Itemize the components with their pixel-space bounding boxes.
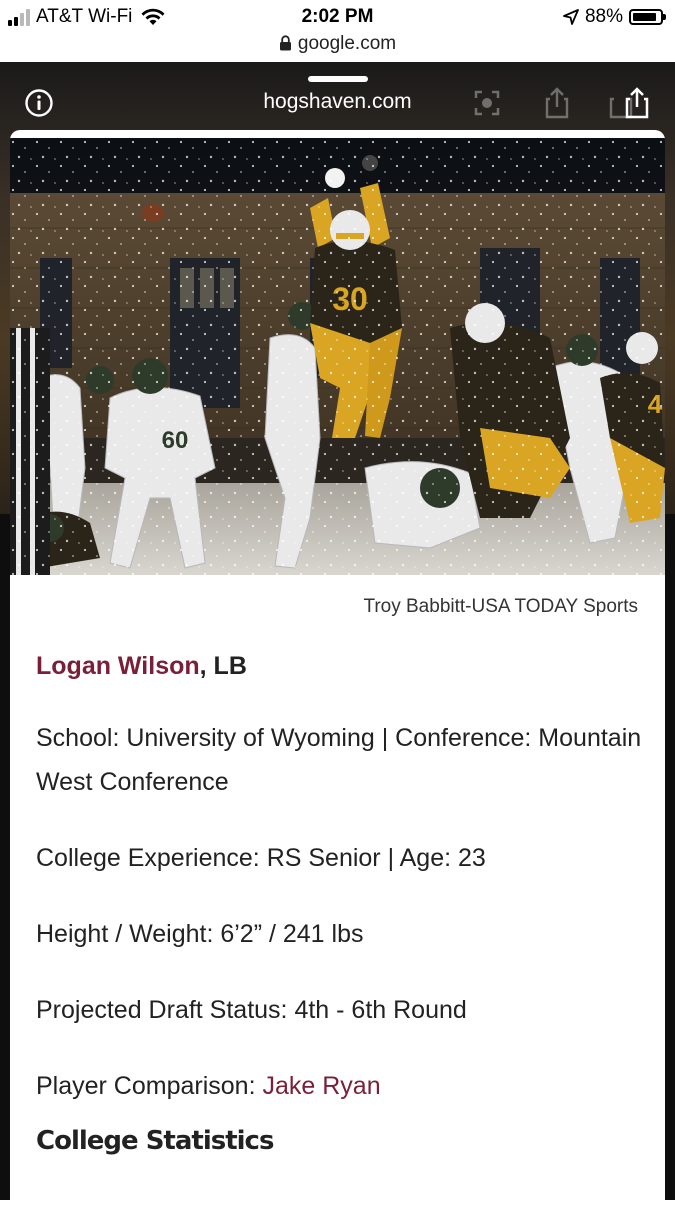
screenshot-icon <box>474 90 500 116</box>
comparison-link[interactable]: Jake Ryan <box>262 1072 380 1100</box>
status-right: 88% <box>563 6 666 28</box>
url-label: google.com <box>297 33 397 54</box>
football-photo: 30 60 4 <box>10 138 665 575</box>
player-position: , LB <box>199 652 247 680</box>
share-icon-faded <box>545 87 569 119</box>
sheet-grabber[interactable] <box>308 76 368 82</box>
college-statistics-heading: College Statistics <box>36 1126 274 1156</box>
status-bar: AT&T Wi-Fi 2:02 PM google.com 88% <box>0 0 675 62</box>
size-line: Height / Weight: 6’2” / 241 lbs <box>36 920 364 948</box>
url-row[interactable]: google.com <box>0 33 675 55</box>
player-heading: Logan Wilson, LB <box>36 650 646 682</box>
viewer-toolbar: hogshaven.com <box>0 84 675 132</box>
draft-line: Projected Draft Status: 4th - 6th Round <box>36 996 467 1024</box>
battery-percent: 88% <box>584 6 623 27</box>
article-photo: 30 60 4 <box>10 138 665 575</box>
comparison-label: Player Comparison: <box>36 1072 263 1100</box>
lock-icon <box>279 35 291 51</box>
article-card: 30 60 4 Troy Babbitt-USA TODAY Sports Lo… <box>10 130 665 1210</box>
location-arrow-icon <box>563 9 579 25</box>
battery-icon <box>629 9 666 25</box>
battery-fill <box>633 13 656 21</box>
share-icon[interactable] <box>620 86 654 120</box>
article-body: Logan Wilson, LB School: University of W… <box>36 650 646 1156</box>
photo-credit: Troy Babbitt-USA TODAY Sports <box>363 596 638 617</box>
school-line: School: University of Wyoming | Conferen… <box>36 724 642 796</box>
player-name-link[interactable]: Logan Wilson <box>36 652 200 680</box>
comparison-line: Player Comparison: Jake Ryan <box>36 1064 646 1108</box>
experience-line: College Experience: RS Senior | Age: 23 <box>36 844 486 872</box>
